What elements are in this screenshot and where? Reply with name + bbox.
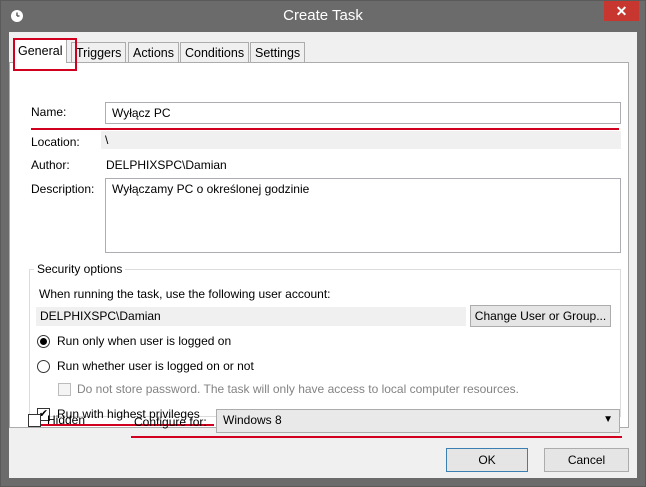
tab-triggers-label: Triggers [76,46,122,60]
no-store-password-checkbox[interactable] [58,383,71,396]
close-button[interactable]: ✕ [604,1,639,21]
window-title: Create Task [283,7,363,24]
configure-for-select[interactable]: Windows 8 ▼ [216,409,620,433]
tab-triggers[interactable]: Triggers [71,42,127,62]
tab-conditions-label: Conditions [185,46,245,60]
configure-for-value: Windows 8 [223,413,282,427]
radio-whether-logged-on[interactable] [37,360,50,373]
tab-settings-label: Settings [255,46,301,60]
no-store-password-label: Do not store password. The task will onl… [77,382,519,396]
hidden-label[interactable]: Hidden [47,413,85,427]
title-bar[interactable]: Create Task ✕ [1,1,645,32]
configure-annotation-underline [131,436,622,438]
hidden-checkbox[interactable] [28,414,41,427]
general-panel: Name: Wyłącz PC Location: \ Author: DELP… [9,62,629,428]
configure-for-label: Configure for: [134,415,207,429]
description-label: Description: [31,182,95,196]
dialog-body: General Triggers Actions Conditions Sett… [9,32,637,478]
tab-strip: General Triggers Actions Conditions Sett… [9,32,637,63]
account-caption: When running the task, use the following… [39,287,331,301]
radio-whether-logged-on-label[interactable]: Run whether user is logged on or not [57,359,254,373]
user-account-value: DELPHIXSPC\Damian [36,307,466,326]
change-user-button[interactable]: Change User or Group... [470,305,611,327]
name-annotation-underline [31,128,619,130]
author-value: DELPHIXSPC\Damian [106,158,227,172]
security-options-title: Security options [34,262,126,276]
general-tab-highlight [13,38,77,71]
name-label: Name: [31,105,67,119]
author-label: Author: [31,158,70,172]
tab-actions[interactable]: Actions [128,42,179,62]
tab-conditions[interactable]: Conditions [180,42,250,62]
cancel-button[interactable]: Cancel [544,448,629,472]
location-label: Location: [31,135,80,149]
tab-settings[interactable]: Settings [250,42,306,62]
name-input[interactable]: Wyłącz PC [105,102,621,124]
radio-logged-on-label[interactable]: Run only when user is logged on [57,334,231,348]
location-value: \ [101,131,621,149]
chevron-down-icon: ▼ [603,414,613,425]
create-task-window: Create Task ✕ General Triggers Actions C… [0,0,646,487]
tab-actions-label: Actions [133,46,174,60]
ok-button[interactable]: OK [446,448,528,472]
description-textarea[interactable]: Wyłączamy PC o określonej godzinie [105,178,621,253]
radio-logged-on[interactable] [37,335,50,348]
